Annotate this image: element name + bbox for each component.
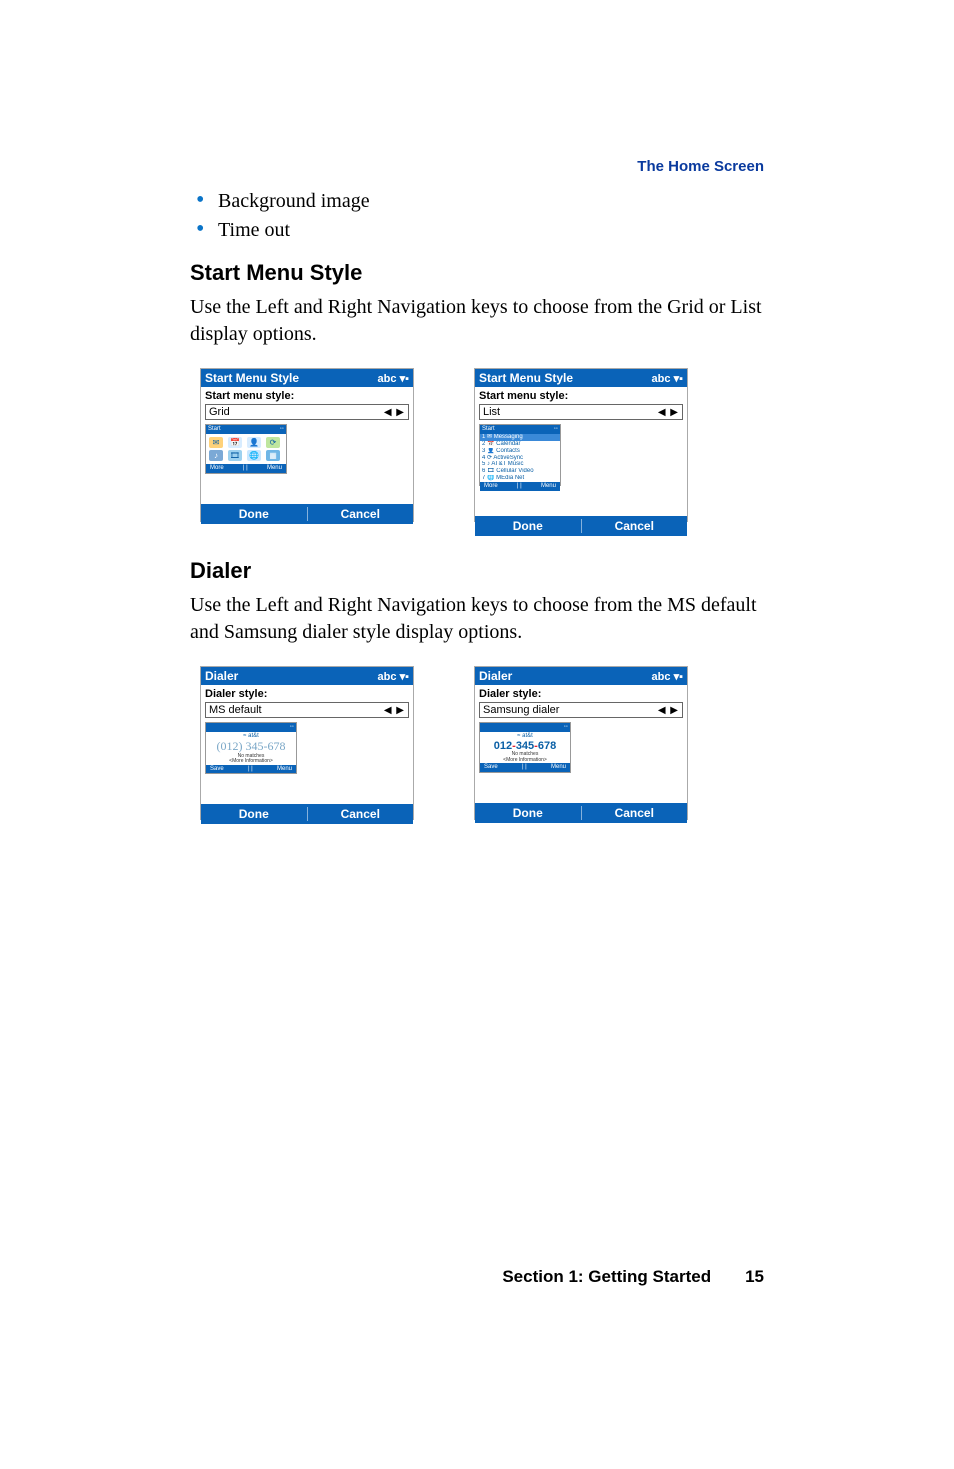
phone-start-menu-list: Start Menu Style abc ▾▪ Start menu style… [474, 368, 688, 522]
cancel-softkey[interactable]: Cancel [582, 806, 688, 820]
dialer-style-selector[interactable]: Samsung dialer ◀ ▶ [479, 702, 683, 718]
dialer-body: Use the Left and Right Navigation keys t… [190, 592, 764, 646]
dialer-screenshots: Dialer abc ▾▪ Dialer style: MS default ◀… [200, 666, 764, 826]
phone-titlebar: Start Menu Style abc ▾▪ [475, 369, 687, 387]
footer-section: Section 1: Getting Started [502, 1267, 711, 1287]
input-mode-indicator: abc ▾▪ [652, 372, 683, 385]
selector-value: MS default [209, 704, 262, 716]
phone-titlebar: Dialer abc ▾▪ [201, 667, 413, 685]
phone-title: Dialer [479, 669, 512, 683]
phone-titlebar: Dialer abc ▾▪ [475, 667, 687, 685]
samsung-dialer-preview: ◦◦ ≈ at&t 012-345-678 No matches <More I… [479, 722, 571, 773]
field-label: Dialer style: [201, 685, 413, 702]
selector-value: Samsung dialer [483, 704, 559, 716]
selector-arrows-icon: ◀ ▶ [658, 705, 679, 716]
selector-arrows-icon: ◀ ▶ [658, 407, 679, 418]
done-softkey[interactable]: Done [475, 519, 581, 533]
phone-dialer-samsung: Dialer abc ▾▪ Dialer style: Samsung dial… [474, 666, 688, 820]
input-mode-indicator: abc ▾▪ [652, 670, 683, 683]
phone-dialer-ms-default: Dialer abc ▾▪ Dialer style: MS default ◀… [200, 666, 414, 820]
bullet-item: Time out [218, 219, 764, 242]
start-menu-style-selector[interactable]: Grid ◀ ▶ [205, 404, 409, 420]
ms-dialer-preview: ◦◦ ≈ at&t (012) 345-678 No matches <More… [205, 722, 297, 774]
bullet-list: Background image Time out [190, 190, 764, 242]
start-menu-screenshots: Start Menu Style abc ▾▪ Start menu style… [200, 368, 764, 528]
dialer-style-selector[interactable]: MS default ◀ ▶ [205, 702, 409, 718]
input-mode-indicator: abc ▾▪ [378, 372, 409, 385]
input-mode-indicator: abc ▾▪ [378, 670, 409, 683]
cancel-softkey[interactable]: Cancel [308, 807, 414, 821]
list-preview: Start◦◦ 1 ✉ Messaging 2 📅 Calendar 3 👤 C… [479, 424, 561, 486]
field-label: Dialer style: [475, 685, 687, 702]
selector-value: List [483, 406, 500, 418]
phone-title: Start Menu Style [479, 371, 573, 385]
done-softkey[interactable]: Done [201, 507, 307, 521]
phone-start-menu-grid: Start Menu Style abc ▾▪ Start menu style… [200, 368, 414, 522]
header-section-link: The Home Screen [637, 158, 764, 175]
footer-page-number: 15 [745, 1267, 764, 1287]
start-menu-style-selector[interactable]: List ◀ ▶ [479, 404, 683, 420]
done-softkey[interactable]: Done [201, 807, 307, 821]
page-footer: Section 1: Getting Started 15 [502, 1267, 764, 1287]
phone-titlebar: Start Menu Style abc ▾▪ [201, 369, 413, 387]
bullet-item: Background image [218, 190, 764, 213]
cancel-softkey[interactable]: Cancel [582, 519, 688, 533]
start-menu-style-heading: Start Menu Style [190, 260, 764, 286]
start-menu-style-body: Use the Left and Right Navigation keys t… [190, 294, 764, 348]
dialer-heading: Dialer [190, 558, 764, 584]
phone-title: Start Menu Style [205, 371, 299, 385]
selector-arrows-icon: ◀ ▶ [384, 407, 405, 418]
field-label: Start menu style: [475, 387, 687, 404]
selector-arrows-icon: ◀ ▶ [384, 705, 405, 716]
selector-value: Grid [209, 406, 230, 418]
grid-preview: Start◦◦ ✉ 📅 👤 ⟳ ♪ 🎞 🌐 ▦ More| |Menu [205, 424, 287, 474]
phone-title: Dialer [205, 669, 238, 683]
done-softkey[interactable]: Done [475, 806, 581, 820]
cancel-softkey[interactable]: Cancel [308, 507, 414, 521]
field-label: Start menu style: [201, 387, 413, 404]
